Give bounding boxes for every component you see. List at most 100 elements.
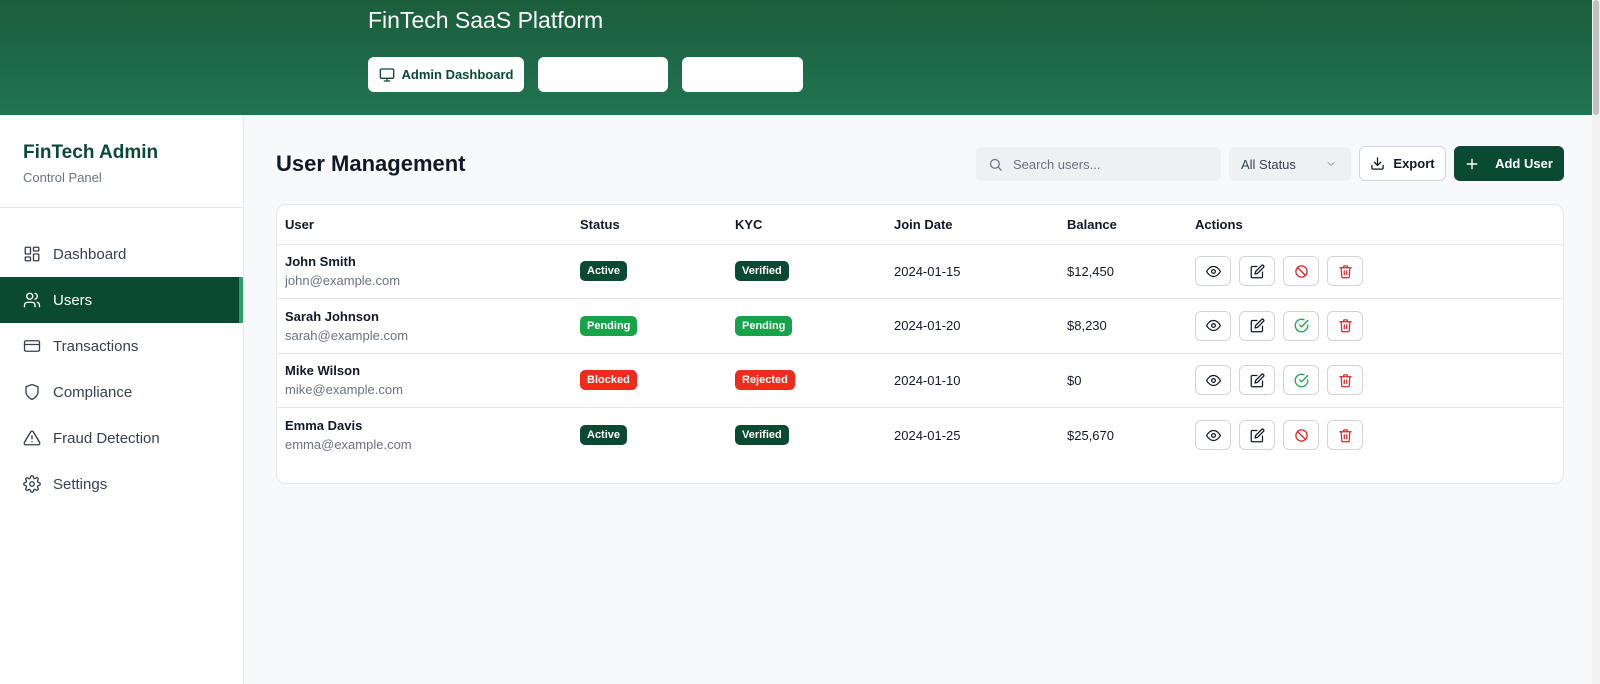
table-row: John Smith john@example.com Active Verif… [277,244,1563,299]
trash-icon [1338,374,1352,388]
kyc-cell: Rejected [727,353,886,408]
kyc-cell: Pending [727,298,886,354]
sidebar-item-fraud-detection[interactable]: Fraud Detection [0,415,243,461]
export-label: Export [1393,156,1435,171]
sidebar-item-transactions[interactable]: Transactions [0,323,243,369]
kyc-badge: Pending [735,315,793,336]
sidebar-item-label: Settings [53,475,108,493]
edit-icon [1250,373,1264,388]
add-user-button[interactable]: Add User [1454,146,1564,181]
scrollbar-thumb[interactable] [1593,0,1599,115]
status-badge: Blocked [580,370,637,391]
edit-user-button[interactable] [1239,310,1275,341]
users-table: User Status KYC Join Date Balance Action… [277,205,1563,462]
shield-icon [25,383,39,401]
view-user-button[interactable] [1195,256,1231,287]
users-icon [23,292,41,308]
status-filter-value: All Status [1241,156,1296,172]
view-icon [1205,374,1221,386]
approve-user-button[interactable] [1283,310,1319,341]
sidebar: FinTech Admin Control Panel Dashboard Us… [0,115,244,684]
download-icon [1371,157,1385,170]
search-input[interactable] [1013,156,1203,172]
balance-cell: $8,230 [1059,298,1187,354]
approve-check-icon [1294,373,1308,388]
user-cell: Emma Davis emma@example.com [277,408,572,463]
status-filter-select[interactable]: All Status [1229,147,1351,181]
plus-icon [1466,158,1478,169]
page-scrollbar[interactable] [1592,0,1600,684]
table-row: Emma Davis emma@example.com Active Verif… [277,408,1563,463]
sidebar-item-label: Fraud Detection [53,429,160,447]
status-cell: Blocked [572,353,727,408]
view-user-button[interactable] [1195,310,1231,341]
status-badge: Pending [580,315,638,336]
actions-cell [1187,298,1563,354]
block-icon [1294,428,1308,442]
add-user-label: Add User [1495,156,1553,171]
sidebar-item-dashboard[interactable]: Dashboard [0,231,243,277]
delete-user-button[interactable] [1327,310,1363,341]
sidebar-item-label: Dashboard [53,245,127,263]
sidebar-item-settings[interactable]: Settings [0,461,243,507]
view-icon [1205,429,1221,441]
tab-admin-dashboard-label: Admin Dashboard [401,67,514,82]
edit-icon [1250,264,1264,279]
chevron-down-icon [1327,162,1335,166]
kyc-badge: Verified [735,261,789,282]
sidebar-item-compliance[interactable]: Compliance [0,369,243,415]
sidebar-title: FinTech Admin [23,142,159,163]
join-date-cell: 2024-01-15 [886,244,1059,299]
view-user-button[interactable] [1195,420,1231,450]
view-user-button[interactable] [1195,365,1231,396]
kyc-cell: Verified [727,408,886,463]
tab-blank-2[interactable] [538,57,668,92]
column-header-join-date: Join Date [886,205,1059,245]
platform-title: FinTech SaaS Platform [368,7,604,33]
block-icon [1294,265,1308,278]
credit-card-icon [23,340,41,352]
user-cell: Mike Wilson mike@example.com [277,353,572,408]
block-user-button[interactable] [1283,256,1319,287]
user-email: john@example.com [285,273,401,289]
kyc-cell: Verified [727,244,886,299]
actions-cell [1187,244,1563,299]
table-header-row: User Status KYC Join Date Balance Action… [277,205,1563,245]
user-name: Sarah Johnson [285,308,379,324]
row-actions [1195,310,1563,341]
edit-user-button[interactable] [1239,256,1275,287]
status-badge: Active [580,425,628,445]
delete-user-button[interactable] [1327,256,1363,287]
tab-blank-3[interactable] [682,57,803,92]
sidebar-item-label: Compliance [53,383,133,401]
delete-user-button[interactable] [1327,420,1363,450]
monitor-icon [379,67,394,82]
approve-user-button[interactable] [1283,365,1319,396]
warning-icon [23,430,41,446]
edit-user-button[interactable] [1239,420,1275,450]
users-table-card: User Status KYC Join Date Balance Action… [276,204,1564,484]
view-icon [1205,265,1221,277]
search-box[interactable] [976,147,1221,181]
actions-cell [1187,353,1563,408]
row-actions [1195,365,1563,396]
user-email: sarah@example.com [285,327,409,343]
page-title: User Management [276,151,466,176]
actions-cell [1187,408,1563,463]
status-cell: Pending [572,298,727,354]
sidebar-item-label: Transactions [53,337,139,355]
balance-cell: $25,670 [1067,427,1114,443]
dashboard-icon [24,246,40,262]
delete-user-button[interactable] [1327,365,1363,396]
export-button[interactable]: Export [1359,146,1446,181]
edit-user-button[interactable] [1239,365,1275,396]
user-name: Mike Wilson [285,363,361,379]
sidebar-item-users[interactable]: Users [0,277,243,323]
column-header-balance: Balance [1059,205,1187,245]
block-user-button[interactable] [1283,420,1319,450]
status-badge: Active [580,261,628,282]
row-actions [1195,256,1563,287]
trash-icon [1338,319,1352,333]
user-cell: John Smith john@example.com [277,244,572,299]
tab-admin-dashboard[interactable]: Admin Dashboard [368,57,524,92]
